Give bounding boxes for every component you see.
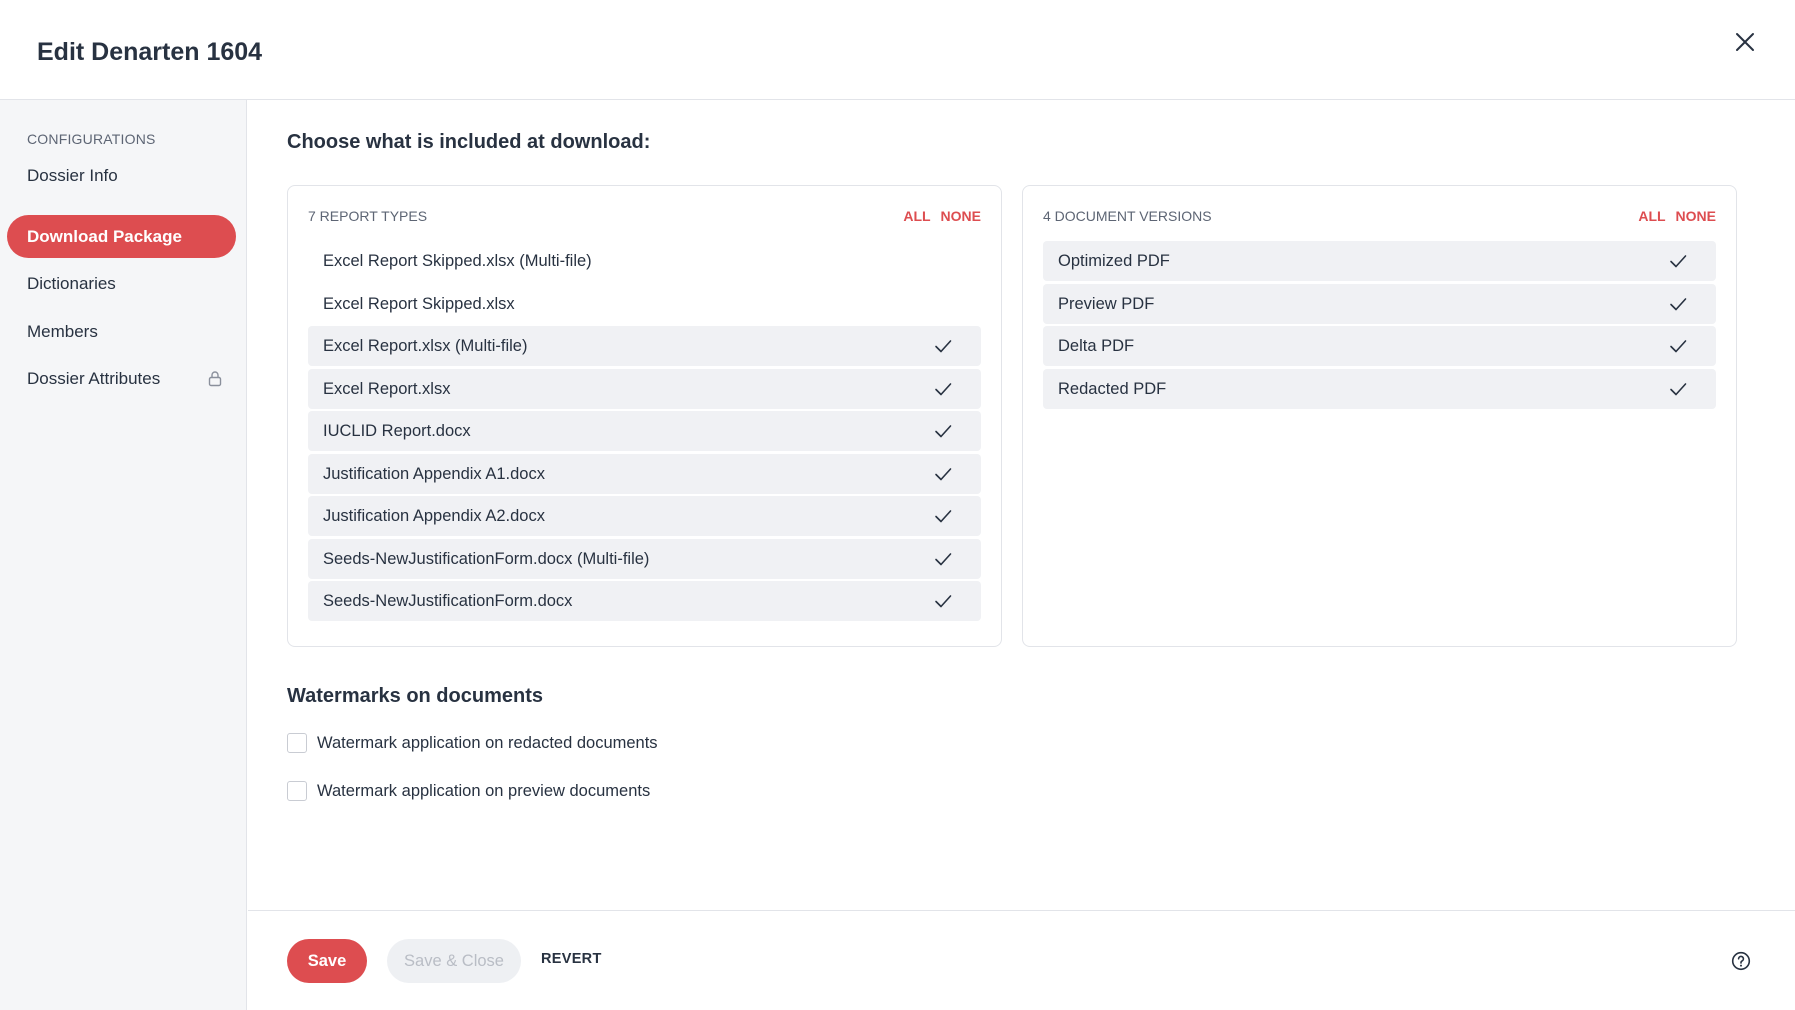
report-types-list: Excel Report Skipped.xlsx (Multi-file) Ex… (308, 241, 981, 624)
check-icon (935, 467, 952, 480)
check-icon (1670, 297, 1687, 310)
list-item-label: Redacted PDF (1058, 379, 1167, 398)
sidebar-item-members[interactable]: Members (7, 310, 236, 353)
list-item-label: Excel Report.xlsx (323, 379, 451, 398)
check-icon (935, 595, 952, 608)
sidebar-item-label: Members (27, 322, 98, 341)
list-item-label: Excel Report.xlsx (Multi-file) (323, 337, 528, 355)
document-versions-list: Optimized PDF Preview PDF Delta PDF Redacte… (1043, 241, 1716, 411)
sidebar: CONFIGURATIONS Dossier Info Download Pac… (0, 100, 247, 1010)
list-item[interactable]: Redacted PDF (1043, 368, 1716, 409)
check-icon (1670, 255, 1687, 268)
help-icon[interactable] (1731, 951, 1751, 971)
list-item-label: Excel Report Skipped.xlsx (Multi-file) (323, 252, 592, 270)
sidebar-item-label: Dossier Info (27, 166, 118, 185)
check-icon (1670, 382, 1687, 395)
select-none-link[interactable]: NONE (941, 208, 981, 224)
list-item[interactable]: Delta PDF (1043, 326, 1716, 366)
revert-button[interactable]: REVERT (541, 951, 602, 967)
sidebar-item-dictionaries[interactable]: Dictionaries (7, 262, 236, 305)
list-item-label: Seeds-NewJustificationForm.docx (Multi-f… (323, 549, 650, 568)
close-icon[interactable] (1731, 28, 1759, 56)
list-item[interactable]: Excel Report.xlsx (Multi-file) (308, 326, 981, 366)
list-item-label: Optimized PDF (1058, 252, 1170, 270)
list-item-label: Seeds-NewJustificationForm.docx (323, 592, 573, 610)
document-versions-heading: 4 DOCUMENT VERSIONS (1043, 208, 1212, 224)
sidebar-item-label: Download Package (27, 227, 182, 246)
select-all-link[interactable]: ALL (903, 208, 930, 224)
save-button[interactable]: Save (287, 939, 367, 983)
dialog-title: Edit Denarten 1604 (37, 38, 263, 66)
list-item[interactable]: Justification Appendix A2.docx (308, 496, 981, 536)
sidebar-item-dossier-info[interactable]: Dossier Info (7, 154, 236, 197)
list-item-label: Justification Appendix A1.docx (323, 464, 545, 483)
lock-icon (208, 371, 222, 387)
select-all-link[interactable]: ALL (1638, 208, 1665, 224)
document-versions-links: ALL NONE (1628, 208, 1716, 224)
list-item[interactable]: Excel Report Skipped.xlsx (308, 284, 981, 324)
list-item[interactable]: IUCLID Report.docx (308, 411, 981, 451)
list-item[interactable]: Seeds-NewJustificationForm.docx (308, 581, 981, 621)
check-icon (935, 425, 952, 438)
list-item[interactable]: Seeds-NewJustificationForm.docx (Multi-f… (308, 538, 981, 579)
sidebar-item-label: Dossier Attributes (27, 369, 161, 388)
check-icon (935, 552, 952, 565)
list-item[interactable]: Excel Report.xlsx (308, 368, 981, 409)
list-item[interactable]: Justification Appendix A1.docx (308, 453, 981, 494)
list-item-label: Excel Report Skipped.xlsx (323, 294, 515, 313)
list-item[interactable]: Preview PDF (1043, 283, 1716, 324)
report-types-card: 7 REPORT TYPES ALL NONE Excel Report Skip… (287, 185, 1002, 647)
check-icon (935, 382, 952, 395)
sidebar-heading: CONFIGURATIONS (27, 131, 156, 147)
dialog-header: Edit Denarten 1604 (0, 0, 1795, 100)
list-item-label: Justification Appendix A2.docx (323, 507, 545, 525)
section-title: Choose what is included at download: (287, 131, 651, 153)
main-content: Choose what is included at download: 7 R… (248, 100, 1795, 910)
sidebar-item-dossier-attributes[interactable]: Dossier Attributes (7, 357, 236, 400)
select-none-link[interactable]: NONE (1676, 208, 1716, 224)
report-types-links: ALL NONE (893, 208, 981, 224)
list-item[interactable]: Excel Report Skipped.xlsx (Multi-file) (308, 241, 981, 281)
list-item-label: Preview PDF (1058, 294, 1155, 313)
save-and-close-button[interactable]: Save & Close (387, 939, 521, 983)
watermark-preview-checkbox[interactable] (287, 781, 307, 801)
list-item[interactable]: Optimized PDF (1043, 241, 1716, 281)
document-versions-card: 4 DOCUMENT VERSIONS ALL NONE Optimized PD… (1022, 185, 1737, 647)
report-types-heading: 7 REPORT TYPES (308, 208, 428, 224)
watermark-redacted-label: Watermark application on redacted docume… (317, 734, 658, 752)
dialog-footer: Save Save & Close REVERT (248, 910, 1795, 1010)
watermark-preview-label: Watermark application on preview documen… (317, 782, 651, 800)
check-icon (935, 510, 952, 523)
watermarks-title: Watermarks on documents (287, 685, 543, 707)
watermark-redacted-checkbox[interactable] (287, 733, 307, 753)
check-icon (1670, 340, 1687, 353)
check-icon (935, 340, 952, 353)
sidebar-item-label: Dictionaries (27, 274, 116, 293)
sidebar-item-download-package[interactable]: Download Package (7, 215, 236, 258)
list-item-label: IUCLID Report.docx (323, 422, 471, 440)
list-item-label: Delta PDF (1058, 337, 1135, 355)
